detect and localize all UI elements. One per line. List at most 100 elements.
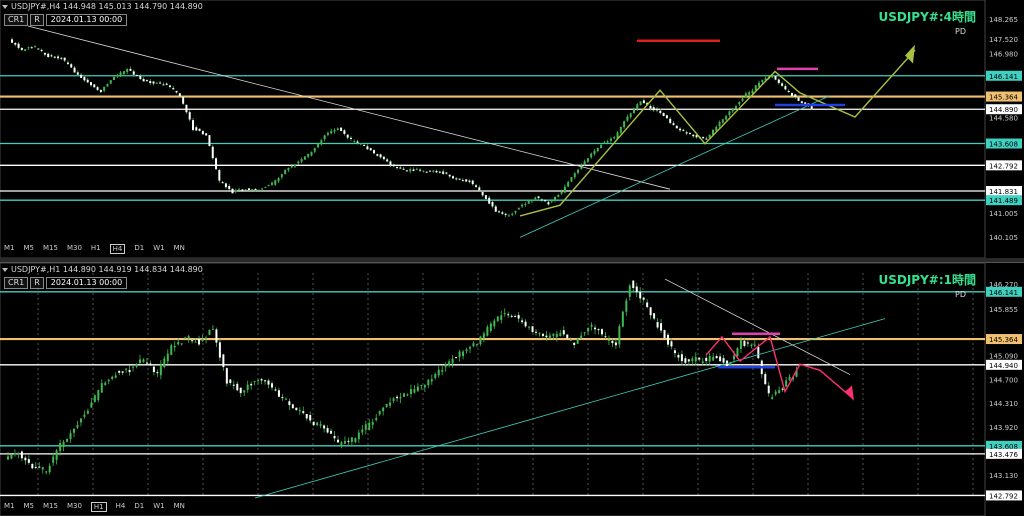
y-tick-label: 147.520 <box>989 36 1018 44</box>
timeframe-m15[interactable]: M15 <box>43 244 58 254</box>
cr1-button[interactable]: CR1 <box>4 277 29 289</box>
timeframe-m5[interactable]: M5 <box>24 244 35 254</box>
candle-body <box>524 321 527 327</box>
candle-body <box>184 337 187 339</box>
candle-body <box>73 67 76 73</box>
candle-body <box>225 368 228 384</box>
candle-body <box>113 76 116 81</box>
candle-body <box>126 69 129 73</box>
timeframe-mn[interactable]: MN <box>174 244 185 254</box>
candle-body <box>24 49 27 51</box>
timeframe-d1[interactable]: D1 <box>134 244 144 254</box>
candle-body <box>178 93 181 97</box>
candle-body <box>357 432 360 440</box>
dropdown-icon[interactable] <box>2 267 8 272</box>
candle-body <box>621 311 624 327</box>
chart-panel-h4[interactable]: 148.265 147.520 146.980 146.141 145.364 144.8… <box>0 0 1024 259</box>
chart-panel-h1[interactable]: 146.270 146.141 145.855 145.364 145.090 144.9… <box>0 262 1024 516</box>
candle-body <box>201 130 204 135</box>
candle-body <box>715 127 718 131</box>
candle-body <box>114 375 117 378</box>
timeframe-m5[interactable]: M5 <box>24 502 35 512</box>
candle-body <box>430 379 433 382</box>
candle-body <box>422 170 425 172</box>
timeframe-m15[interactable]: M15 <box>43 502 58 512</box>
timeframe-d1[interactable]: D1 <box>134 502 144 512</box>
candle-body <box>434 373 437 378</box>
candle-body <box>166 353 169 362</box>
timeframe-mn[interactable]: MN <box>174 502 185 512</box>
candle-body <box>420 384 423 386</box>
timeframe-h1[interactable]: H1 <box>91 244 101 254</box>
candle-body <box>149 81 152 84</box>
timeframe-w1[interactable]: W1 <box>153 502 164 512</box>
candle-body <box>103 86 106 91</box>
candle-body <box>309 414 312 421</box>
candle-body <box>517 207 520 210</box>
chart-h1[interactable]: 146.270146.141145.855145.364145.090144.9… <box>0 263 1024 516</box>
date-input[interactable]: 2024.01.13 00:00 <box>45 14 128 26</box>
timeframe-h4[interactable]: H4 <box>109 244 126 254</box>
candle-body <box>277 178 280 182</box>
candle-body <box>652 107 655 111</box>
candle-body <box>320 140 323 145</box>
candle-body <box>79 418 82 423</box>
candle-body <box>60 57 63 59</box>
candle-body <box>180 343 183 345</box>
candle-body <box>451 176 454 179</box>
chart-h4[interactable]: 148.265 147.520 146.980 146.141 145.364 144.8… <box>0 0 1024 258</box>
candle-body <box>172 88 175 90</box>
chart-subtitle: PD <box>955 27 966 36</box>
candle-body <box>107 379 110 382</box>
timeframe-m30[interactable]: M30 <box>67 244 82 254</box>
candle-body <box>787 90 790 92</box>
candle-body <box>241 189 244 191</box>
control-row: CR1 R 2024.01.13 00:00 <box>4 14 128 26</box>
candle-body <box>794 94 797 97</box>
candle-body <box>719 356 722 362</box>
candle-body <box>718 122 721 127</box>
y-tick-label: 148.265 <box>989 16 1018 24</box>
candle-body <box>40 49 43 51</box>
dropdown-icon[interactable] <box>2 4 8 9</box>
candle-body <box>475 185 478 187</box>
candle-body <box>298 410 301 412</box>
candle-body <box>17 452 20 455</box>
r-button[interactable]: R <box>30 14 44 26</box>
candle-body <box>142 78 145 82</box>
candle-body <box>573 342 576 346</box>
candle-body <box>373 150 376 154</box>
cr1-button[interactable]: CR1 <box>4 14 29 26</box>
candle-body <box>594 327 597 330</box>
candle-body <box>264 186 267 188</box>
timeframe-m1[interactable]: M1 <box>4 244 15 254</box>
candle-body <box>544 200 547 202</box>
candle-body <box>757 346 760 359</box>
timeframe-m30[interactable]: M30 <box>67 502 82 512</box>
y-tick-label: 145.364 <box>989 94 1018 102</box>
candle-body <box>243 390 246 393</box>
candle-body <box>59 442 62 451</box>
candle-body <box>660 323 663 331</box>
candle-body <box>517 314 520 319</box>
candle-body <box>96 87 99 90</box>
r-button[interactable]: R <box>30 277 44 289</box>
timeframe-m1[interactable]: M1 <box>4 502 15 512</box>
candle-body <box>192 120 195 130</box>
candle-body <box>66 62 69 65</box>
timeframe-h1[interactable]: H1 <box>90 502 107 512</box>
candle-body <box>337 439 339 443</box>
candle-body <box>427 379 430 386</box>
candle-body <box>205 337 207 339</box>
candle-body <box>139 359 141 364</box>
candle-body <box>316 422 319 426</box>
candle-body <box>677 354 680 358</box>
y-tick-label: 145.855 <box>989 306 1018 314</box>
timeframe-w1[interactable]: W1 <box>153 244 164 254</box>
candle-body <box>291 404 294 409</box>
candle-body <box>368 422 371 430</box>
candle-body <box>392 164 395 167</box>
date-input[interactable]: 2024.01.13 00:00 <box>45 277 128 289</box>
candle-body <box>642 297 645 300</box>
timeframe-h4[interactable]: H4 <box>116 502 126 512</box>
